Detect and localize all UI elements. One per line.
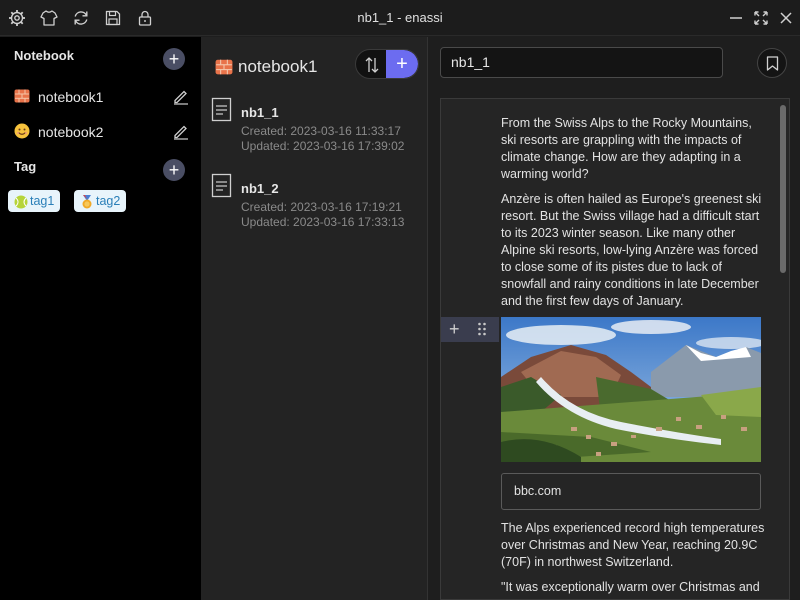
content-scrollbar[interactable] xyxy=(777,99,789,599)
alpine-valley-image[interactable] xyxy=(501,317,761,462)
document-icon xyxy=(211,97,233,123)
tag-label: tag1 xyxy=(30,194,55,208)
notebook-label: notebook1 xyxy=(38,89,104,105)
list-item-note-nb1_2[interactable]: nb1_2 Created: 2023-03-16 17:19:21 Updat… xyxy=(211,173,421,237)
notebook-title: notebook1 xyxy=(238,57,318,76)
note-updated: Updated: 2023-03-16 17:33:13 xyxy=(241,215,405,229)
list-item-note-nb1_1[interactable]: nb1_1 Created: 2023-03-16 11:33:17 Updat… xyxy=(211,97,421,161)
note-title-input[interactable]: nb1_1 xyxy=(440,47,723,78)
paragraph: From the Swiss Alps to the Rocky Mountai… xyxy=(501,116,752,181)
tag-label: tag2 xyxy=(96,194,121,208)
smiley-icon xyxy=(14,123,30,139)
sidebar-item-notebook2[interactable]: notebook2 xyxy=(14,120,190,144)
tag-chip-tag1[interactable]: tag1 xyxy=(8,190,61,212)
tennis-ball-icon xyxy=(14,194,28,209)
note-title: nb1_1 xyxy=(241,105,279,120)
note-updated: Updated: 2023-03-16 17:39:02 xyxy=(241,139,405,153)
note-content[interactable]: From the Swiss Alps to the Rocky Mountai… xyxy=(440,98,790,600)
fullscreen-icon[interactable] xyxy=(752,9,770,27)
sidebar: Notebook + notebook1 notebook2 Tag + tag… xyxy=(0,37,201,600)
bookmark-icon[interactable] xyxy=(757,48,787,78)
editor-panel: nb1_1 From the Swiss Alps to the Rocky M… xyxy=(429,37,800,600)
close-icon[interactable] xyxy=(777,9,795,27)
sort-add-group: + xyxy=(355,49,419,79)
edit-pencil-icon[interactable] xyxy=(172,122,190,140)
block-toolbar: + xyxy=(441,317,499,342)
brick-icon xyxy=(215,58,233,76)
note-title: nb1_2 xyxy=(241,181,279,196)
add-notebook-button[interactable]: + xyxy=(163,48,185,70)
title-bar: nb1_1 - enassi xyxy=(0,0,800,36)
sort-icon[interactable] xyxy=(356,50,388,78)
edit-pencil-icon[interactable] xyxy=(172,87,190,105)
add-block-icon[interactable]: + xyxy=(449,318,460,340)
notebook-header: Notebook xyxy=(14,48,74,63)
note-created: Created: 2023-03-16 17:19:21 xyxy=(241,200,402,214)
paragraph: The Alps experienced record high tempera… xyxy=(501,521,765,569)
tag-chip-tag2[interactable]: tag2 xyxy=(74,190,127,212)
notebook-label: notebook2 xyxy=(38,124,104,140)
tag-header: Tag xyxy=(14,159,37,174)
medal-icon xyxy=(80,194,94,209)
document-icon xyxy=(211,173,233,199)
minimize-icon[interactable] xyxy=(727,9,745,27)
link-preview[interactable]: bbc.com xyxy=(501,473,761,510)
drag-handle-icon[interactable] xyxy=(477,322,487,336)
paragraph: "It was exceptionally warm over Christma… xyxy=(501,580,760,594)
paragraph: Anzère is often hailed as Europe's green… xyxy=(501,192,762,308)
brick-icon xyxy=(14,88,30,104)
add-note-button[interactable]: + xyxy=(386,50,418,78)
sidebar-item-notebook1[interactable]: notebook1 xyxy=(14,85,190,109)
window-title: nb1_1 - enassi xyxy=(357,10,443,25)
scrollbar-thumb[interactable] xyxy=(780,105,786,273)
note-list-panel: notebook1 + nb1_1 Created: 2023-03-16 11… xyxy=(201,37,428,600)
add-tag-button[interactable]: + xyxy=(163,159,185,181)
note-created: Created: 2023-03-16 11:33:17 xyxy=(241,124,401,138)
